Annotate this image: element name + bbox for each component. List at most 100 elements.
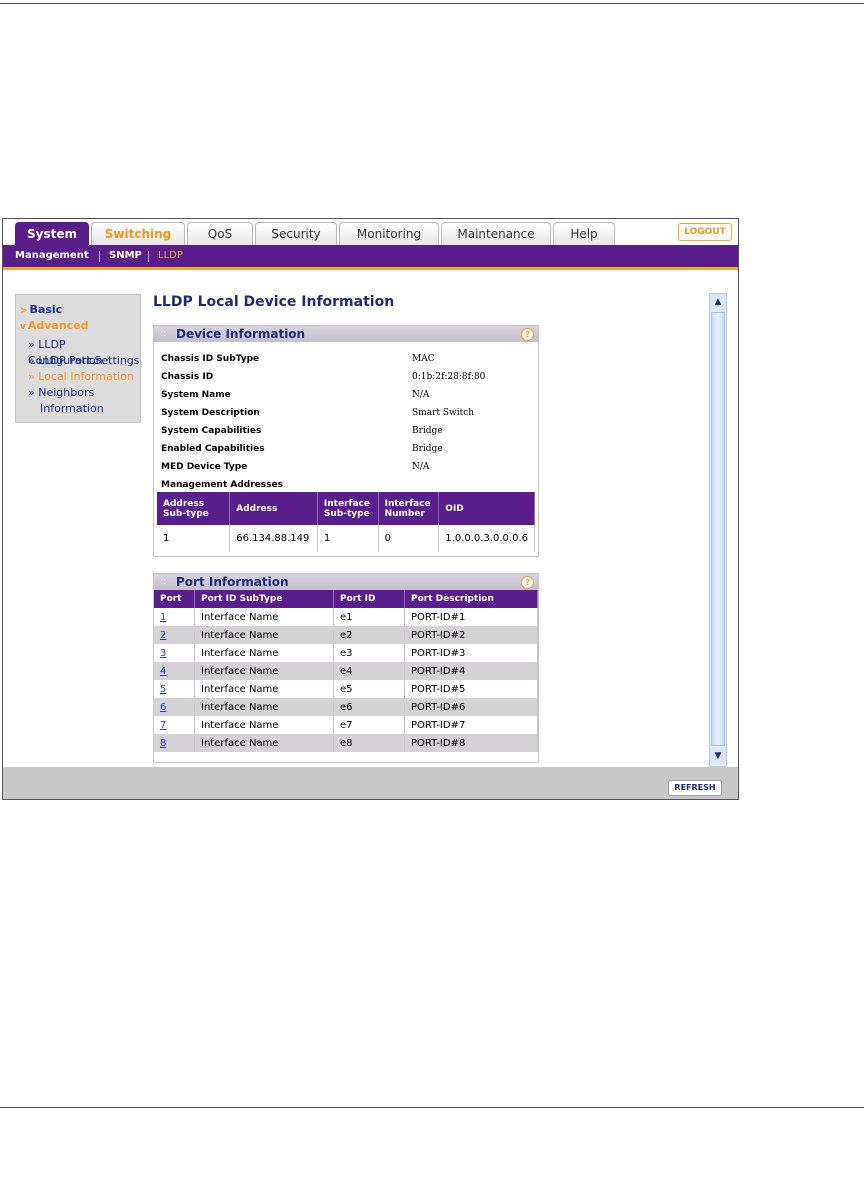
table-row: 2 Interface Name e2 PORT-ID#2 <box>154 626 538 644</box>
table-cell: 1 <box>317 525 379 552</box>
system-description-value: Smart Switch <box>412 408 475 418</box>
port-cell: 4 <box>154 662 195 680</box>
table-row: 5 Interface Name e5 PORT-ID#5 <box>154 680 538 698</box>
table-cell: e6 <box>333 698 405 716</box>
port-cell: 5 <box>154 680 195 698</box>
sidebar-item-lldp-port-settings[interactable]: » LLDP Port Settings <box>28 353 140 369</box>
sidebar-item-local-information[interactable]: » Local Information <box>28 369 134 385</box>
table-cell: e5 <box>333 680 405 698</box>
port-link[interactable]: 5 <box>160 684 166 695</box>
help-icon[interactable]: ? <box>521 576 534 589</box>
table-header-row: Port Port ID SubType Port ID Port Descri… <box>154 590 538 608</box>
system-description-label: System Description <box>161 408 260 418</box>
logout-button[interactable]: LOGOUT <box>678 223 732 241</box>
column-header: Interface Sub-type <box>317 492 379 525</box>
sub-navigation: Management SNMP LLDP <box>3 245 738 270</box>
system-capabilities-value: Bridge <box>412 426 443 436</box>
table-row: 1 66.134.88.149 1 0 1.0.0.0.3.0.0.0.6 <box>157 525 535 552</box>
scrollbar-thumb[interactable] <box>711 312 725 746</box>
table-cell: e4 <box>333 662 405 680</box>
tab-system[interactable]: System <box>15 222 89 245</box>
page-title: LLDP Local Device Information <box>153 294 395 310</box>
port-link[interactable]: 7 <box>160 720 166 731</box>
port-cell: 2 <box>154 626 195 644</box>
device-information-header: :: Device Information ? <box>154 326 538 342</box>
chevron-down-icon[interactable]: ▼ <box>710 748 726 764</box>
refresh-button[interactable]: REFRESH <box>668 780 722 796</box>
app-window: System Switching QoS Security Monitoring… <box>2 218 739 800</box>
port-link[interactable]: 1 <box>160 612 166 623</box>
subnav-snmp[interactable]: SNMP <box>109 245 142 267</box>
chevron-down-icon: v <box>20 322 26 332</box>
tab-security[interactable]: Security <box>255 222 337 245</box>
subnav-lldp[interactable]: LLDP <box>158 245 183 267</box>
chevron-right-icon: > <box>20 306 28 316</box>
tab-help[interactable]: Help <box>553 222 615 245</box>
port-information-header: :: Port Information ? <box>154 574 538 590</box>
vertical-scrollbar[interactable]: ▲ ▼ <box>709 293 727 767</box>
table-cell: Interface Name <box>194 608 334 626</box>
table-cell: PORT-ID#7 <box>404 716 538 734</box>
device-information-panel: :: Device Information ? Chassis ID SubTy… <box>153 325 539 557</box>
chassis-id-subtype-value: MAC <box>412 354 435 364</box>
table-cell: Interface Name <box>194 680 334 698</box>
grip-icon: :: <box>160 329 167 339</box>
chassis-id-value: 0:1b:2f:28:8f:80 <box>412 372 486 382</box>
med-device-type-value: N/A <box>412 462 430 472</box>
sidebar-item-neighbors[interactable]: » Neighbors <box>28 385 94 401</box>
sidebar: > Basic v Advanced » LLDP Configuration » … <box>15 294 141 423</box>
column-header: Interface Number <box>378 492 440 525</box>
chassis-id-subtype-label: Chassis ID SubType <box>161 354 260 364</box>
column-header: OID <box>438 492 535 525</box>
sidebar-basic-label: Basic <box>29 303 63 316</box>
chassis-id-label: Chassis ID <box>161 372 214 382</box>
table-cell: 66.134.88.149 <box>229 525 318 552</box>
column-header: Address <box>229 492 318 525</box>
tab-switching[interactable]: Switching <box>91 222 185 245</box>
column-header: Port ID SubType <box>194 590 334 608</box>
table-cell: e3 <box>333 644 405 662</box>
port-cell: 3 <box>154 644 195 662</box>
column-header: Port ID <box>333 590 405 608</box>
tab-qos[interactable]: QoS <box>187 222 253 245</box>
port-link[interactable]: 8 <box>160 738 166 749</box>
table-row: 6 Interface Name e6 PORT-ID#6 <box>154 698 538 716</box>
chevron-up-icon[interactable]: ▲ <box>710 294 726 310</box>
sidebar-advanced[interactable]: v Advanced <box>20 319 89 332</box>
table-row: 1 Interface Name e1 PORT-ID#1 <box>154 608 538 626</box>
port-link[interactable]: 3 <box>160 648 166 659</box>
port-link[interactable]: 6 <box>160 702 166 713</box>
sidebar-basic[interactable]: > Basic <box>20 303 62 316</box>
table-row: 4 Interface Name e4 PORT-ID#4 <box>154 662 538 680</box>
table-cell: 1 <box>157 525 231 552</box>
table-cell: 0 <box>378 525 440 552</box>
footer-bar <box>3 767 738 799</box>
system-name-value: N/A <box>412 390 430 400</box>
management-addresses-table: Address Sub-type Address Interface Sub-t… <box>157 492 535 552</box>
system-capabilities-label: System Capabilities <box>161 426 262 436</box>
subnav-management[interactable]: Management <box>15 245 89 267</box>
sidebar-advanced-label: Advanced <box>27 319 89 332</box>
tab-monitoring[interactable]: Monitoring <box>339 222 439 245</box>
table-cell: Interface Name <box>194 698 334 716</box>
table-cell: Interface Name <box>194 626 334 644</box>
enabled-capabilities-value: Bridge <box>412 444 443 454</box>
med-device-type-label: MED Device Type <box>161 462 248 472</box>
port-link[interactable]: 2 <box>160 630 166 641</box>
table-cell: 1.0.0.0.3.0.0.0.6 <box>438 525 535 552</box>
table-cell: e2 <box>333 626 405 644</box>
tab-maintenance[interactable]: Maintenance <box>441 222 551 245</box>
sidebar-item-neighbors-information[interactable]: Information <box>40 401 104 417</box>
main-tab-bar: System Switching QoS Security Monitoring… <box>3 219 738 245</box>
port-link[interactable]: 4 <box>160 666 166 677</box>
table-cell: PORT-ID#5 <box>404 680 538 698</box>
column-header: Port Description <box>404 590 538 608</box>
table-cell: PORT-ID#4 <box>404 662 538 680</box>
table-cell: Interface Name <box>194 644 334 662</box>
column-header: Port <box>154 590 195 608</box>
page-bottom-rule <box>0 1107 864 1108</box>
help-icon[interactable]: ? <box>521 328 534 341</box>
table-cell: Interface Name <box>194 716 334 734</box>
grip-icon: :: <box>160 577 167 587</box>
port-information-table: Port Port ID SubType Port ID Port Descri… <box>154 590 538 752</box>
